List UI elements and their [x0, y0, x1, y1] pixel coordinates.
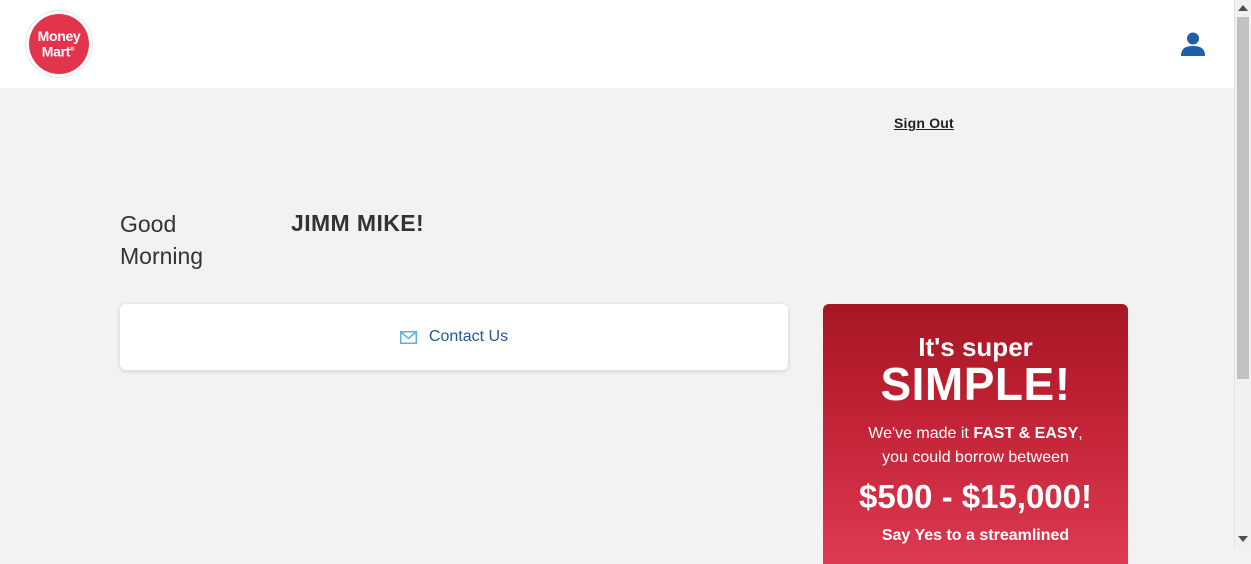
logo-text-mart: Mart®	[41, 43, 75, 60]
promo-tagline: Say Yes to a streamlined	[881, 527, 1070, 544]
contact-us-content: Contact Us	[399, 328, 509, 346]
promo-text-line2: you could borrow between	[882, 449, 1069, 466]
scroll-down-arrow-icon[interactable]	[1238, 536, 1248, 542]
contact-us-button[interactable]: Contact Us	[120, 304, 788, 370]
contact-us-label: Contact Us	[428, 328, 509, 345]
user-account-icon[interactable]	[1180, 31, 1206, 57]
money-mart-logo[interactable]: Money Mart®	[26, 11, 92, 77]
logo-text-mart-word: Mart	[41, 43, 71, 60]
promo-text-bold: FAST & EASY	[973, 425, 1079, 442]
sign-out-link[interactable]: Sign Out	[894, 115, 954, 131]
promo-text-part1: We've made it	[868, 425, 974, 442]
logo-badge: Money Mart®	[29, 14, 89, 74]
envelope-icon	[399, 330, 417, 344]
promo-headline-large: SIMPLE!	[880, 358, 1071, 410]
promo-text-part2: ,	[1078, 425, 1083, 442]
promo-banner[interactable]: It's super SIMPLE! We've made it FAST & …	[823, 304, 1128, 564]
greeting-salutation: Good Morning	[120, 211, 204, 269]
page-scrollbar[interactable]	[1234, 0, 1251, 548]
logo-text-money: Money	[37, 28, 81, 45]
top-header: Money Mart®	[0, 0, 1234, 88]
logo-registered-mark: ®	[70, 47, 75, 54]
promo-amount-range: $500 - $15,000!	[858, 478, 1092, 515]
scrollbar-thumb[interactable]	[1237, 17, 1249, 379]
greeting-username: JIMM MIKE!	[291, 210, 425, 236]
promo-description: We've made it FAST & EASY, you could bor…	[823, 422, 1128, 470]
scroll-up-arrow-icon[interactable]	[1238, 5, 1248, 11]
